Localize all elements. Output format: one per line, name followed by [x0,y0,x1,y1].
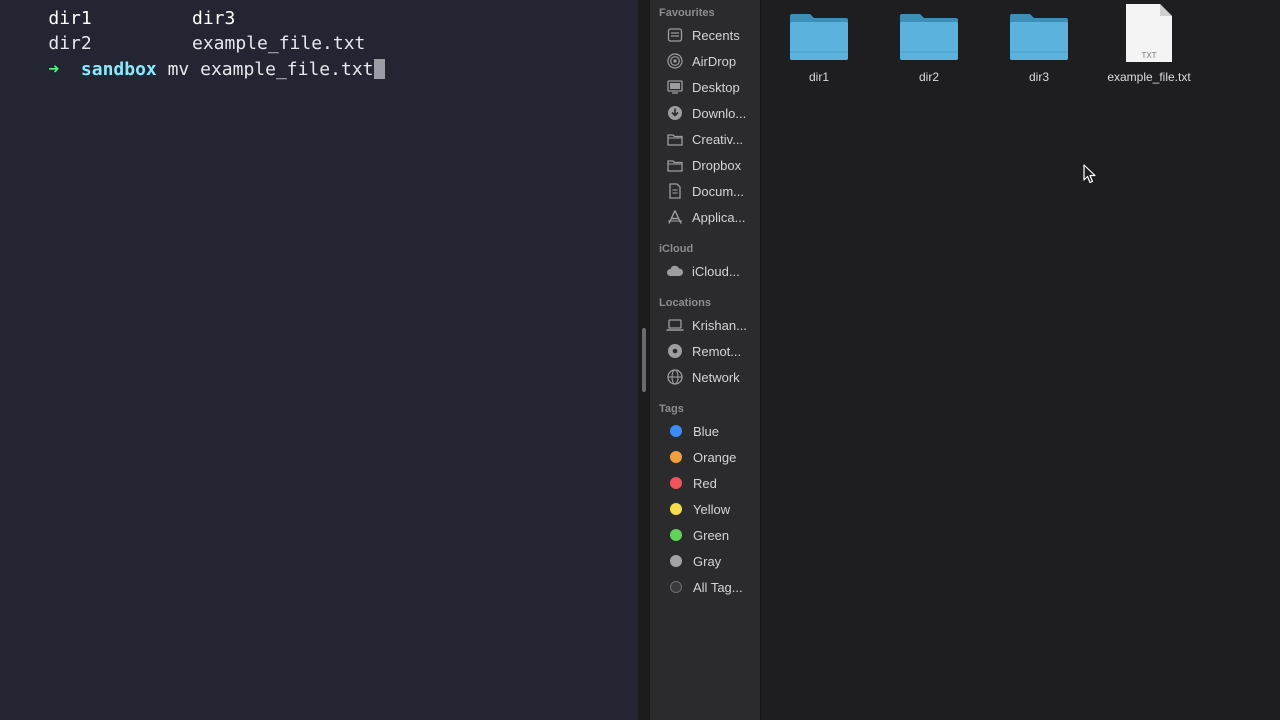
sidebar-item-label: Yellow [693,501,731,517]
tag-dot-icon [670,529,682,541]
sidebar-tag-yellow[interactable]: Yellow [666,498,760,520]
sidebar-item-downloads[interactable]: Downlo... [666,102,760,124]
file-label: dir1 [808,70,829,84]
sidebar-item-label: Creativ... [692,131,744,147]
sidebar-item-label: Green [693,527,730,543]
globe-icon [666,369,684,385]
sidebar-item-label: iCloud... [692,263,740,279]
sidebar-item-icloud-drive[interactable]: iCloud... [666,260,760,282]
sidebar-item-label: Gray [693,553,722,569]
txt-badge: TXT [1141,51,1156,60]
sidebar-item-label: AirDrop [692,53,737,69]
sidebar-item-label: Red [693,475,717,491]
sidebar-tag-blue[interactable]: Blue [666,420,760,442]
desktop-icon [666,79,684,95]
sidebar-item-label: Docum... [692,183,745,199]
sidebar-tag-red[interactable]: Red [666,472,760,494]
sidebar-item-label: Dropbox [692,157,742,173]
folder-icon [900,14,958,60]
sidebar-tag-green[interactable]: Green [666,524,760,546]
sidebar-item-label: Orange [693,449,737,465]
terminal-prompt-line[interactable]: ➜ sandbox mv example_file.txt [5,37,385,103]
sidebar-item-airdrop[interactable]: AirDrop [666,50,760,72]
tag-dot-icon [670,555,682,567]
all-tags-icon [670,581,682,593]
tag-dot-icon [670,477,682,489]
tag-dot-icon [670,425,682,437]
sidebar-item-network[interactable]: Network [666,366,760,388]
file-item-example-file[interactable]: TXT example_file.txt [1094,4,1204,84]
file-label: dir3 [1028,70,1049,84]
terminal-entry: dir3 [192,8,236,29]
txt-document-icon: TXT [1126,4,1172,62]
folder-item-dir3[interactable]: dir3 [984,6,1094,84]
sidebar-item-remote-disc[interactable]: Remot... [666,340,760,362]
disc-icon [666,343,684,359]
sidebar-item-label: Applica... [692,209,746,225]
folder-icon [666,157,684,173]
mouse-pointer-icon [1083,164,1096,184]
prompt-arrow-icon: ➜ [48,59,60,80]
laptop-icon [666,317,684,333]
sidebar-item-documents[interactable]: Docum... [666,180,760,202]
folder-icon [790,14,848,60]
sidebar-item-desktop[interactable]: Desktop [666,76,760,98]
sidebar-tag-gray[interactable]: Gray [666,550,760,572]
sidebar-item-label: Blue [693,423,720,439]
sidebar-item-label: Downlo... [692,105,747,121]
prompt-directory: sandbox [80,59,157,80]
cloud-icon [666,263,684,279]
terminal-scrollbar[interactable] [642,328,646,392]
document-icon [666,183,684,199]
download-icon [666,105,684,121]
sidebar-heading-locations: Locations [659,297,711,309]
sidebar-item-label: Network [692,369,740,385]
sidebar-item-label: Recents [692,27,740,43]
terminal-pane[interactable]: dir1 dir3 dir2 example_file.txt ➜ sandbox … [0,0,638,720]
sidebar-item-label: Remot... [692,343,742,359]
finder-sidebar: Favourites Recents AirDrop Desktop Downl… [650,0,760,720]
tag-dot-icon [670,451,682,463]
sidebar-item-applications[interactable]: Applica... [666,206,760,228]
sidebar-item-label: Desktop [692,79,740,95]
applications-icon [666,209,684,225]
sidebar-heading-icloud: iCloud [659,243,694,255]
clock-icon [666,27,684,43]
sidebar-item-computer[interactable]: Krishan... [666,314,760,336]
sidebar-heading-favourites: Favourites [659,7,715,19]
folder-icon [666,131,684,147]
folder-item-dir1[interactable]: dir1 [764,6,874,84]
sidebar-item-creative[interactable]: Creativ... [666,128,760,150]
tag-dot-icon [670,503,682,515]
sidebar-heading-tags: Tags [659,403,684,415]
sidebar-item-label: All Tag... [693,579,743,595]
terminal-cursor [373,59,385,79]
folder-item-dir2[interactable]: dir2 [874,6,984,84]
file-label: example_file.txt [1107,70,1191,84]
airdrop-icon [666,53,684,69]
terminal-command-input[interactable]: mv example_file.txt [168,59,374,80]
sidebar-tag-orange[interactable]: Orange [666,446,760,468]
file-label: dir2 [918,70,939,84]
sidebar-item-label: Krishan... [692,317,747,333]
folder-icon [1010,14,1068,60]
sidebar-item-dropbox[interactable]: Dropbox [666,154,760,176]
sidebar-tag-all-tags[interactable]: All Tag... [666,576,760,598]
finder-content[interactable] [761,0,1280,720]
sidebar-item-recents[interactable]: Recents [666,24,760,46]
